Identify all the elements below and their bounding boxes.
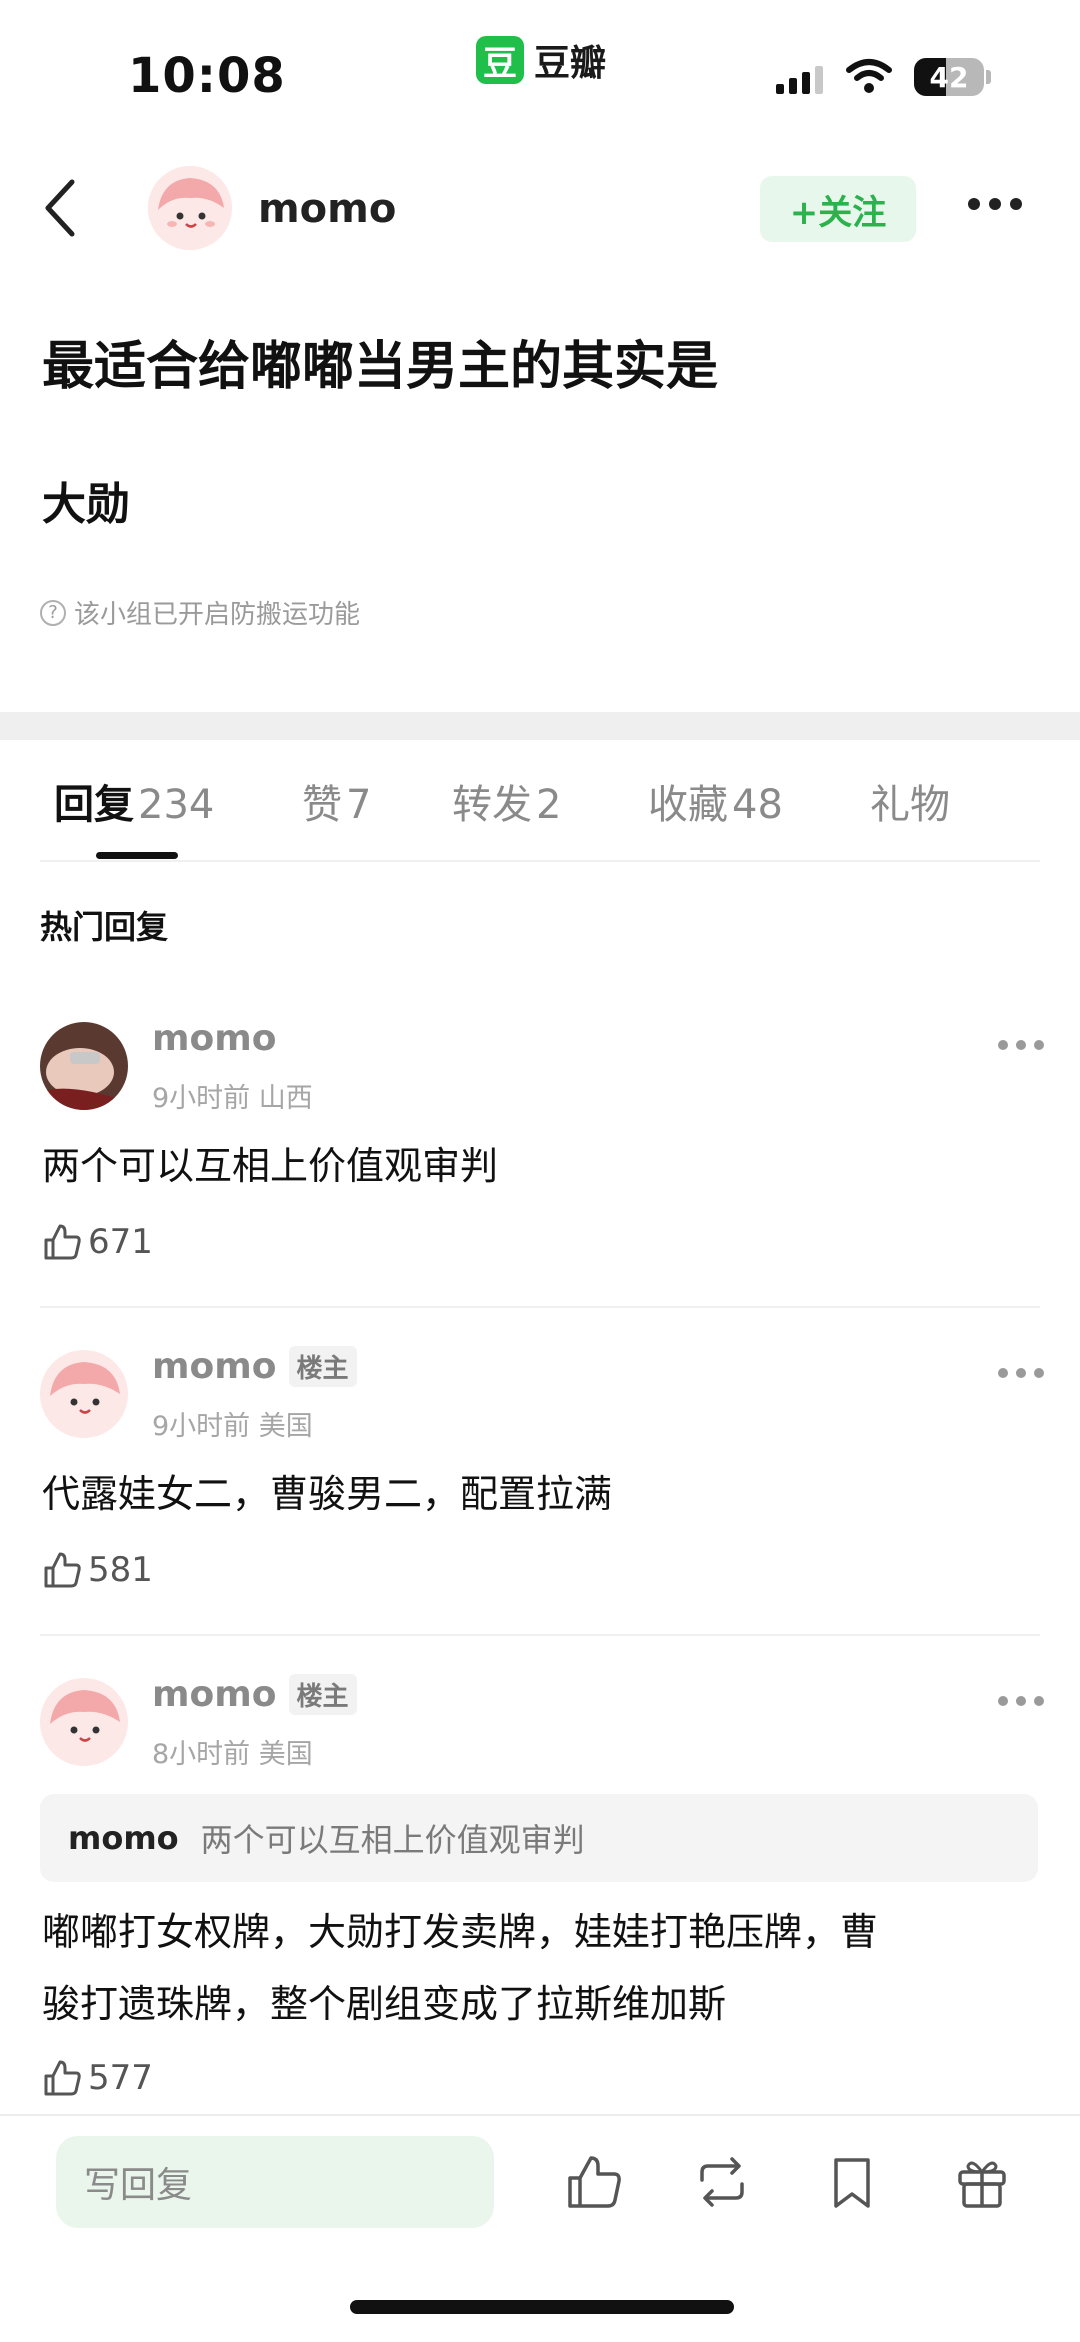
tab-count: 48: [732, 782, 783, 828]
battery-tip: [986, 70, 991, 84]
comment-username[interactable]: momo: [152, 1674, 277, 1715]
app-name: 豆瓣: [534, 43, 607, 84]
comment-username[interactable]: momo: [152, 1346, 277, 1387]
tab-label: 回复: [54, 782, 134, 828]
tab-count: 7: [346, 782, 372, 828]
comment-more-icon[interactable]: [998, 1040, 1044, 1050]
like-count: 671: [88, 1222, 153, 1262]
comment-like-button[interactable]: 577: [42, 2058, 153, 2098]
anti-repost-notice: ? 该小组已开启防搬运功能: [40, 594, 360, 631]
thumb-up-icon: [44, 1552, 81, 1588]
more-icon[interactable]: [968, 198, 1022, 210]
tabs-divider: [40, 860, 1040, 862]
app-indicator: 豆 豆瓣: [476, 34, 606, 86]
comment-username[interactable]: momo: [152, 1018, 277, 1059]
tab-gifts[interactable]: 礼物: [870, 772, 950, 830]
op-badge: 楼主: [288, 1346, 357, 1387]
comment-time: 8小时前: [152, 1739, 251, 1770]
author-avatar[interactable]: [148, 166, 232, 250]
tab-count: 2: [536, 782, 562, 828]
comment-like-button[interactable]: 671: [42, 1222, 153, 1262]
comment-meta: 8小时前 美国: [152, 1732, 313, 1771]
repost-icon[interactable]: [692, 2152, 752, 2212]
douban-logo-icon: 豆: [476, 36, 524, 84]
op-badge: 楼主: [288, 1674, 357, 1715]
section-divider: [0, 712, 1080, 740]
bookmark-icon[interactable]: [822, 2152, 882, 2212]
notice-text: 该小组已开启防搬运功能: [74, 600, 361, 630]
battery-level: 42: [929, 60, 969, 94]
battery-icon: 42: [914, 58, 984, 96]
back-icon[interactable]: [40, 178, 80, 238]
comment-divider: [40, 1634, 1040, 1636]
follow-button[interactable]: +关注: [760, 176, 916, 242]
tab-label: 收藏: [648, 782, 728, 828]
comment-more-icon[interactable]: [998, 1696, 1044, 1706]
comment-avatar[interactable]: [40, 1022, 128, 1110]
comment-avatar[interactable]: [40, 1678, 128, 1766]
tab-replies[interactable]: 回复 234: [54, 772, 214, 830]
status-time: 10:08: [128, 48, 286, 104]
tab-reposts[interactable]: 转发 2: [452, 772, 561, 830]
comment-header: momo 楼主: [152, 1346, 357, 1387]
bottom-bar-divider: [0, 2114, 1080, 2116]
tab-count: 234: [138, 782, 215, 828]
tab-label: 赞: [302, 782, 342, 828]
hot-replies-heading: 热门回复: [40, 908, 169, 946]
comment-location: 山西: [258, 1083, 313, 1114]
wifi-icon: [846, 59, 892, 93]
comment-time: 9小时前: [152, 1411, 251, 1442]
comment-text: 两个可以互相上价值观审判: [42, 1144, 499, 1188]
comment-text-line: 骏打遗珠牌，整个剧组变成了拉斯维加斯: [42, 1982, 727, 2026]
comment-avatar[interactable]: [40, 1350, 128, 1438]
thumb-up-icon[interactable]: [564, 2152, 624, 2212]
comment-location: 美国: [258, 1411, 313, 1442]
home-indicator: [350, 2300, 734, 2314]
quoted-reply[interactable]: momo 两个可以互相上价值观审判: [40, 1794, 1038, 1882]
quoted-user: momo: [68, 1819, 179, 1857]
tab-collections[interactable]: 收藏 48: [648, 772, 783, 830]
gift-icon[interactable]: [952, 2152, 1012, 2212]
thumb-up-icon: [44, 2060, 81, 2096]
tab-likes[interactable]: 赞7: [302, 772, 371, 830]
thumb-up-icon: [44, 1224, 81, 1260]
comment-divider: [40, 1306, 1040, 1308]
comment-location: 美国: [258, 1739, 313, 1770]
comment-like-button[interactable]: 581: [42, 1550, 153, 1590]
comment-meta: 9小时前 美国: [152, 1404, 313, 1443]
comment-meta: 9小时前 山西: [152, 1076, 313, 1115]
tab-label: 礼物: [870, 782, 950, 828]
question-icon: ?: [40, 599, 66, 626]
active-tab-indicator: [96, 852, 178, 859]
post-title: 最适合给嘟嘟当男主的其实是: [42, 337, 719, 397]
comment-more-icon[interactable]: [998, 1368, 1044, 1378]
tab-bar: 回复 234 赞7 转发 2 收藏 48 礼物: [0, 772, 1080, 862]
like-count: 577: [88, 2058, 153, 2098]
comment-text: 代露娃女二，曹骏男二，配置拉满: [42, 1472, 613, 1516]
author-name[interactable]: momo: [258, 186, 396, 232]
comment-header: momo 楼主: [152, 1674, 357, 1715]
like-count: 581: [88, 1550, 153, 1590]
tab-label: 转发: [452, 782, 532, 828]
quoted-text: 两个可以互相上价值观审判: [200, 1821, 585, 1859]
comment-time: 9小时前: [152, 1083, 251, 1114]
reply-input[interactable]: 写回复: [56, 2136, 494, 2228]
post-body: 大勋: [42, 479, 130, 530]
comment-text-line: 嘟嘟打女权牌，大勋打发卖牌，娃娃打艳压牌，曹: [42, 1910, 879, 1954]
signal-icon: [776, 66, 823, 94]
